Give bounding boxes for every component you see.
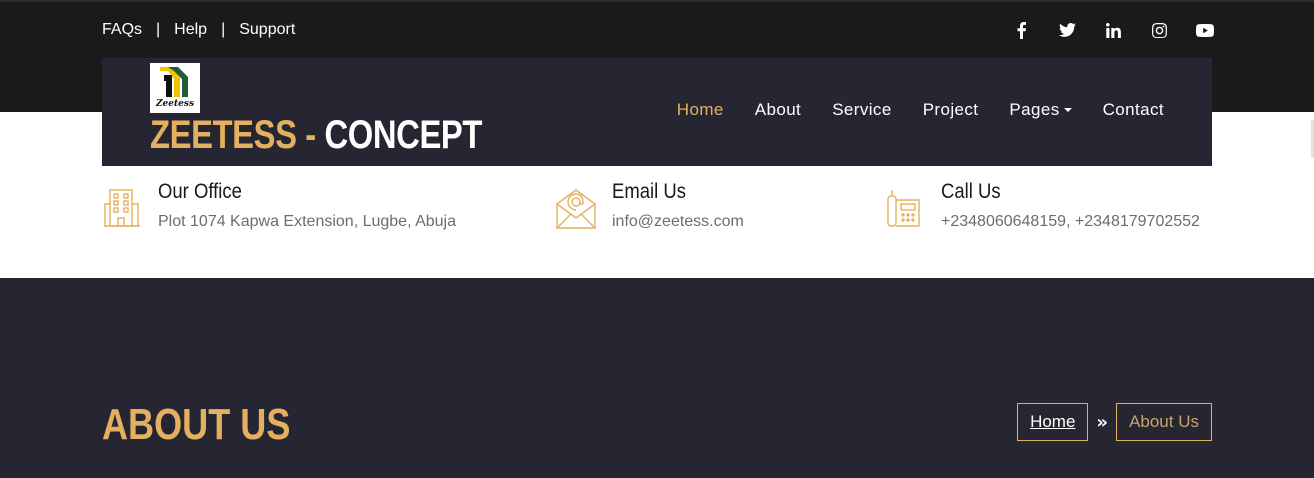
info-email-text[interactable]: info@zeetess.com [612,210,744,234]
brand-dash: - [296,113,325,157]
page-header-hero: ABOUT US Home » About Us [0,278,1314,478]
info-office: Our Office Plot 1074 Kapwa Extension, Lu… [102,180,458,234]
envelope-icon [556,186,596,230]
faqs-link[interactable]: FAQs [102,21,142,39]
svg-text:Zeetess: Zeetess [155,99,194,109]
nav-service[interactable]: Service [832,100,892,120]
info-office-title: Our Office [158,180,242,203]
info-phone: Call Us +2348060648159, +2348179702552 [885,180,1200,234]
instagram-icon[interactable] [1150,20,1168,40]
breadcrumb-home[interactable]: Home [1017,403,1089,441]
top-links: FAQs | Help | Support [102,21,295,39]
site-brand[interactable]: ZEETESS - CONCEPT [150,113,482,158]
link-separator: | [156,21,161,38]
page-title: ABOUT US [102,400,291,449]
twitter-icon[interactable] [1058,20,1076,40]
nav-home[interactable]: Home [677,100,724,120]
info-email: Email Us info@zeetess.com [556,180,744,234]
brand-name-part2: CONCEPT [324,113,483,157]
main-navbar: Zeetess ZEETESS - CONCEPT Home About Ser… [102,58,1212,166]
info-email-title: Email Us [612,180,686,203]
telephone-icon [885,186,925,230]
youtube-icon[interactable] [1196,20,1214,40]
nav-about[interactable]: About [755,100,801,120]
logo[interactable]: Zeetess [150,63,200,113]
nav-pages-label: Pages [1009,100,1060,119]
support-link[interactable]: Support [239,21,295,39]
nav-menu: Home About Service Project Pages Contact [677,100,1164,120]
breadcrumb: Home » About Us [1017,403,1212,441]
double-chevron-right-icon: » [1096,411,1109,433]
info-office-text: Plot 1074 Kapwa Extension, Lugbe, Abuja [158,213,456,230]
info-phone-text[interactable]: +2348060648159, +2348179702552 [941,210,1200,234]
chevron-down-icon [1063,108,1072,112]
breadcrumb-current: About Us [1116,403,1212,441]
brand-name-part1: ZEETESS [150,113,297,157]
info-phone-title: Call Us [941,180,1001,203]
help-link[interactable]: Help [174,21,207,39]
social-links [1012,20,1214,40]
nav-project[interactable]: Project [923,100,979,120]
nav-pages-dropdown[interactable]: Pages [1009,100,1072,120]
nav-contact[interactable]: Contact [1103,100,1164,120]
building-icon [102,186,142,230]
linkedin-icon[interactable] [1104,20,1122,40]
facebook-icon[interactable] [1012,20,1030,40]
link-separator: | [221,21,226,38]
